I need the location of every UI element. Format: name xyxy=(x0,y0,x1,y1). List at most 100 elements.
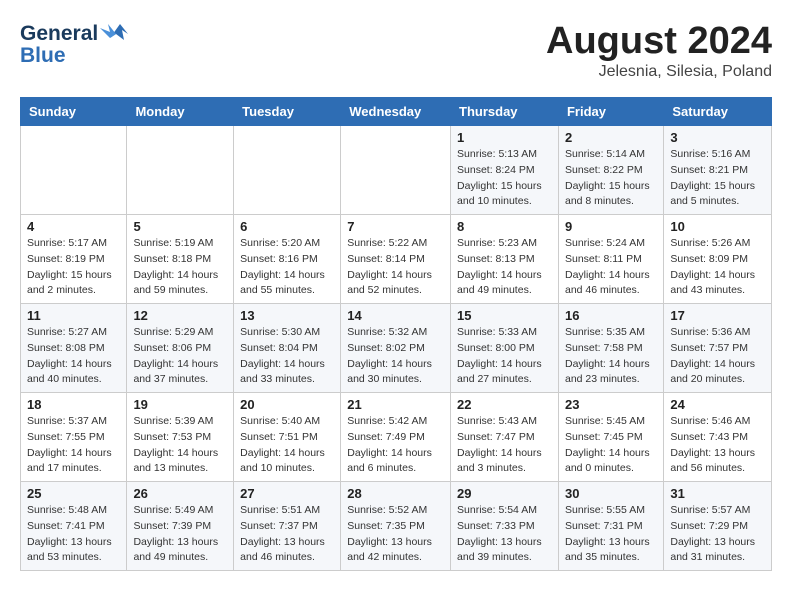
logo-blue: Blue xyxy=(20,44,132,68)
calendar-cell-w2-d7: 10Sunrise: 5:26 AMSunset: 8:09 PMDayligh… xyxy=(664,215,772,304)
header-tuesday: Tuesday xyxy=(234,98,341,126)
day-info: Sunrise: 5:49 AMSunset: 7:39 PMDaylight:… xyxy=(133,503,227,566)
calendar-cell-w5-d4: 28 Sunrise: 5:52 AMSunset: 7:35 PMDayligh… xyxy=(341,482,451,571)
day-info: Sunrise: 5:51 AMSunset: 7:37 PMDaylight:… xyxy=(240,503,334,566)
day-number: 1 xyxy=(457,130,552,145)
calendar-cell-w3-d4: 14Sunrise: 5:32 AMSunset: 8:02 PMDayligh… xyxy=(341,304,451,393)
day-number: 16 xyxy=(565,308,657,323)
header-wednesday: Wednesday xyxy=(341,98,451,126)
calendar-table: Sunday Monday Tuesday Wednesday Thursday… xyxy=(20,97,772,571)
header-friday: Friday xyxy=(558,98,663,126)
day-number: 19 xyxy=(133,397,227,412)
calendar-cell-w2-d1: 4Sunrise: 5:17 AMSunset: 8:19 PMDaylight… xyxy=(21,215,127,304)
calendar-cell-w4-d1: 18 Sunrise: 5:37 AMSunset: 7:55 PMDayligh… xyxy=(21,393,127,482)
calendar-cell-w3-d7: 17 Sunrise: 5:36 AMSunset: 7:57 PMDayligh… xyxy=(664,304,772,393)
day-number: 7 xyxy=(347,219,444,234)
day-info: Sunrise: 5:22 AMSunset: 8:14 PMDaylight:… xyxy=(347,236,444,299)
day-number: 17 xyxy=(670,308,765,323)
day-number: 8 xyxy=(457,219,552,234)
logo-bird-icon xyxy=(100,20,132,46)
day-number: 28 xyxy=(347,486,444,501)
day-number: 2 xyxy=(565,130,657,145)
calendar-cell-w3-d2: 12 Sunrise: 5:29 AMSunset: 8:06 PMDayligh… xyxy=(127,304,234,393)
calendar-week-2: 4Sunrise: 5:17 AMSunset: 8:19 PMDaylight… xyxy=(21,215,772,304)
calendar-cell-w1-d6: 2Sunrise: 5:14 AMSunset: 8:22 PMDaylight… xyxy=(558,126,663,215)
day-info: Sunrise: 5:40 AMSunset: 7:51 PMDaylight:… xyxy=(240,414,334,477)
calendar-cell-w2-d2: 5 Sunrise: 5:19 AMSunset: 8:18 PMDaylight… xyxy=(127,215,234,304)
calendar-week-5: 25 Sunrise: 5:48 AMSunset: 7:41 PMDayligh… xyxy=(21,482,772,571)
day-number: 15 xyxy=(457,308,552,323)
calendar-cell-w1-d1 xyxy=(21,126,127,215)
calendar-cell-w5-d1: 25 Sunrise: 5:48 AMSunset: 7:41 PMDayligh… xyxy=(21,482,127,571)
day-number: 14 xyxy=(347,308,444,323)
day-number: 5 xyxy=(133,219,227,234)
calendar-cell-w5-d2: 26 Sunrise: 5:49 AMSunset: 7:39 PMDayligh… xyxy=(127,482,234,571)
calendar-cell-w2-d6: 9 Sunrise: 5:24 AMSunset: 8:11 PMDaylight… xyxy=(558,215,663,304)
day-info: Sunrise: 5:33 AMSunset: 8:00 PMDaylight:… xyxy=(457,325,552,388)
calendar-cell-w1-d2 xyxy=(127,126,234,215)
location-subtitle: Jelesnia, Silesia, Poland xyxy=(546,63,772,81)
month-year-title: August 2024 xyxy=(546,20,772,63)
calendar-cell-w5-d5: 29 Sunrise: 5:54 AMSunset: 7:33 PMDayligh… xyxy=(451,482,559,571)
day-info: Sunrise: 5:55 AMSunset: 7:31 PMDaylight:… xyxy=(565,503,657,566)
calendar-cell-w4-d6: 23 Sunrise: 5:45 AMSunset: 7:45 PMDayligh… xyxy=(558,393,663,482)
calendar-cell-w5-d7: 31Sunrise: 5:57 AMSunset: 7:29 PMDayligh… xyxy=(664,482,772,571)
day-info: Sunrise: 5:20 AMSunset: 8:16 PMDaylight:… xyxy=(240,236,334,299)
day-info: Sunrise: 5:36 AMSunset: 7:57 PMDaylight:… xyxy=(670,325,765,388)
day-info: Sunrise: 5:13 AMSunset: 8:24 PMDaylight:… xyxy=(457,147,552,210)
title-block: August 2024 Jelesnia, Silesia, Poland xyxy=(546,20,772,81)
logo-text: General Blue xyxy=(20,20,132,68)
header-thursday: Thursday xyxy=(451,98,559,126)
day-info: Sunrise: 5:37 AMSunset: 7:55 PMDaylight:… xyxy=(27,414,120,477)
day-number: 9 xyxy=(565,219,657,234)
calendar-cell-w3-d3: 13 Sunrise: 5:30 AMSunset: 8:04 PMDayligh… xyxy=(234,304,341,393)
calendar-week-1: 1 Sunrise: 5:13 AMSunset: 8:24 PMDaylight… xyxy=(21,126,772,215)
day-info: Sunrise: 5:45 AMSunset: 7:45 PMDaylight:… xyxy=(565,414,657,477)
day-info: Sunrise: 5:57 AMSunset: 7:29 PMDaylight:… xyxy=(670,503,765,566)
day-info: Sunrise: 5:23 AMSunset: 8:13 PMDaylight:… xyxy=(457,236,552,299)
day-number: 25 xyxy=(27,486,120,501)
day-info: Sunrise: 5:43 AMSunset: 7:47 PMDaylight:… xyxy=(457,414,552,477)
page-header: General Blue August 2024 Jelesnia, Siles… xyxy=(20,20,772,81)
calendar-cell-w5-d3: 27Sunrise: 5:51 AMSunset: 7:37 PMDayligh… xyxy=(234,482,341,571)
calendar-cell-w2-d5: 8 Sunrise: 5:23 AMSunset: 8:13 PMDaylight… xyxy=(451,215,559,304)
day-info: Sunrise: 5:29 AMSunset: 8:06 PMDaylight:… xyxy=(133,325,227,388)
day-info: Sunrise: 5:48 AMSunset: 7:41 PMDaylight:… xyxy=(27,503,120,566)
header-monday: Monday xyxy=(127,98,234,126)
calendar-cell-w2-d3: 6Sunrise: 5:20 AMSunset: 8:16 PMDaylight… xyxy=(234,215,341,304)
day-info: Sunrise: 5:30 AMSunset: 8:04 PMDaylight:… xyxy=(240,325,334,388)
day-number: 29 xyxy=(457,486,552,501)
day-number: 10 xyxy=(670,219,765,234)
day-number: 23 xyxy=(565,397,657,412)
day-info: Sunrise: 5:42 AMSunset: 7:49 PMDaylight:… xyxy=(347,414,444,477)
logo: General Blue xyxy=(20,20,132,68)
day-number: 24 xyxy=(670,397,765,412)
day-number: 22 xyxy=(457,397,552,412)
calendar-cell-w2-d4: 7 Sunrise: 5:22 AMSunset: 8:14 PMDaylight… xyxy=(341,215,451,304)
day-info: Sunrise: 5:17 AMSunset: 8:19 PMDaylight:… xyxy=(27,236,120,299)
day-number: 13 xyxy=(240,308,334,323)
header-saturday: Saturday xyxy=(664,98,772,126)
calendar-cell-w3-d6: 16Sunrise: 5:35 AMSunset: 7:58 PMDayligh… xyxy=(558,304,663,393)
calendar-cell-w4-d4: 21 Sunrise: 5:42 AMSunset: 7:49 PMDayligh… xyxy=(341,393,451,482)
day-number: 30 xyxy=(565,486,657,501)
calendar-cell-w4-d3: 20Sunrise: 5:40 AMSunset: 7:51 PMDayligh… xyxy=(234,393,341,482)
calendar-cell-w4-d2: 19Sunrise: 5:39 AMSunset: 7:53 PMDayligh… xyxy=(127,393,234,482)
calendar-cell-w4-d7: 24Sunrise: 5:46 AMSunset: 7:43 PMDayligh… xyxy=(664,393,772,482)
day-info: Sunrise: 5:24 AMSunset: 8:11 PMDaylight:… xyxy=(565,236,657,299)
day-number: 11 xyxy=(27,308,120,323)
day-info: Sunrise: 5:19 AMSunset: 8:18 PMDaylight:… xyxy=(133,236,227,299)
day-number: 12 xyxy=(133,308,227,323)
day-info: Sunrise: 5:16 AMSunset: 8:21 PMDaylight:… xyxy=(670,147,765,210)
calendar-cell-w1-d3 xyxy=(234,126,341,215)
day-number: 26 xyxy=(133,486,227,501)
day-number: 3 xyxy=(670,130,765,145)
day-number: 21 xyxy=(347,397,444,412)
day-info: Sunrise: 5:54 AMSunset: 7:33 PMDaylight:… xyxy=(457,503,552,566)
calendar-cell-w1-d5: 1 Sunrise: 5:13 AMSunset: 8:24 PMDaylight… xyxy=(451,126,559,215)
calendar-header-row: Sunday Monday Tuesday Wednesday Thursday… xyxy=(21,98,772,126)
day-info: Sunrise: 5:52 AMSunset: 7:35 PMDaylight:… xyxy=(347,503,444,566)
calendar-cell-w1-d4 xyxy=(341,126,451,215)
day-number: 18 xyxy=(27,397,120,412)
calendar-cell-w3-d1: 11Sunrise: 5:27 AMSunset: 8:08 PMDayligh… xyxy=(21,304,127,393)
